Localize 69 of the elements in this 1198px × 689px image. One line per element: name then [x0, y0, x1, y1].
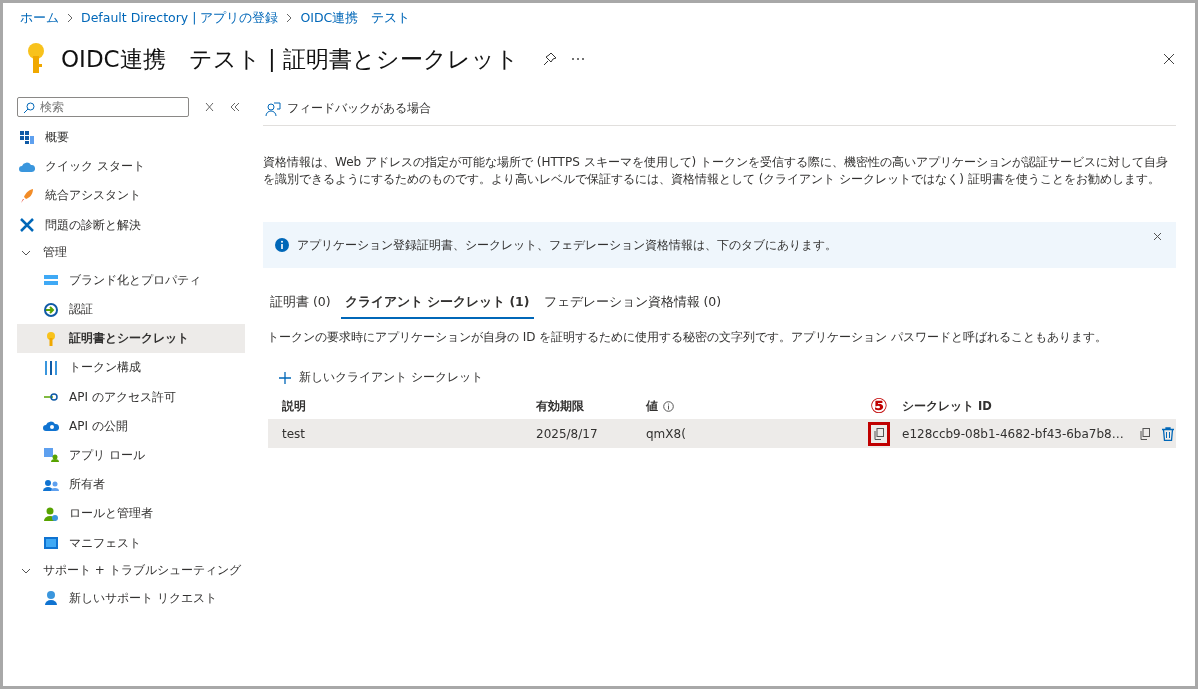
pin-icon	[543, 52, 558, 66]
nav-item[interactable]: API の公開	[17, 411, 245, 441]
breadcrumb-link[interactable]: Default Directory | アプリの登録	[81, 9, 279, 27]
collapse-icon	[230, 102, 240, 112]
breadcrumb-link[interactable]: ホーム	[20, 9, 59, 27]
annotation-number: ⑤	[870, 395, 888, 417]
table-cell-text: qmX8(	[645, 426, 687, 441]
copy-icon	[1139, 427, 1150, 440]
nav-item[interactable]: クイック スタート	[17, 152, 245, 182]
tab[interactable]: フェデレーション資格情報 (0)	[539, 290, 726, 319]
delete-button[interactable]	[1159, 424, 1176, 443]
nav-group-label: 管理	[43, 244, 67, 262]
close-icon	[1163, 53, 1175, 65]
support-person-icon	[43, 590, 59, 607]
more-icon	[571, 57, 586, 61]
search-icon	[23, 102, 35, 114]
clear-icon	[205, 102, 214, 112]
sign-in-icon	[43, 301, 59, 318]
grid-person-icon	[43, 447, 59, 464]
nav-item[interactable]: ブランド化とプロパティ	[17, 265, 245, 295]
nav-item[interactable]: アプリ ロール	[17, 440, 245, 471]
tab[interactable]: 証明書 (0)	[266, 290, 335, 319]
chevron-right-icon	[285, 13, 294, 23]
nav-group[interactable]: 管理	[17, 239, 245, 266]
document-icon	[43, 535, 59, 552]
column-header: シークレット ID	[902, 398, 992, 414]
copy-icon	[874, 427, 884, 440]
nav-item[interactable]: 概要	[17, 123, 245, 153]
nav-item[interactable]: マニフェスト	[17, 528, 245, 558]
close-icon	[1152, 232, 1162, 241]
nav-item[interactable]: API のアクセス許可	[17, 382, 245, 412]
nav-item[interactable]: 証明書とシークレット	[17, 324, 245, 354]
bars-icon	[43, 359, 59, 376]
table-cell-text: 2025/8/17	[535, 426, 599, 441]
trash-icon	[1161, 426, 1174, 441]
column-header: 値	[646, 398, 658, 414]
grid-icon	[19, 129, 35, 146]
tab-description: トークンの要求時にアプリケーションが自身の ID を証明するために使用する秘密の文字列です。アプリケーション パスワードと呼ばれることもあります。	[267, 329, 1109, 346]
copy-button[interactable]	[1137, 425, 1152, 442]
feedback-icon	[265, 100, 281, 117]
nav-group-label: サポート + トラブルシューティング	[43, 562, 241, 580]
info-icon	[663, 400, 674, 412]
tools-icon	[19, 217, 35, 234]
nav-item[interactable]: 所有者	[17, 470, 245, 500]
nav-item[interactable]: 統合アシスタント	[17, 181, 245, 211]
chevron-right-icon	[66, 13, 74, 23]
breadcrumb-link[interactable]: OIDC連携 テスト	[300, 9, 411, 27]
search-field[interactable]: 検索	[17, 97, 189, 117]
plus-icon	[279, 371, 291, 384]
column-header: 有効期限	[536, 398, 584, 414]
column-header: 説明	[282, 398, 306, 414]
nav-item[interactable]: ロールと管理者	[17, 499, 245, 529]
key-icon	[25, 42, 47, 76]
nav-item[interactable]: トークン構成	[17, 353, 245, 383]
new-secret-button[interactable]: 新しいクライアント シークレット	[275, 366, 487, 389]
nav-item[interactable]: 新しいサポート リクエスト	[17, 583, 245, 613]
table-cell-text: test	[281, 426, 307, 441]
nav-group[interactable]: サポート + トラブルシューティング	[17, 557, 245, 584]
nav-item[interactable]: 問題の診断と解決	[17, 210, 245, 240]
feedback-button[interactable]: フィードバックがある場合	[263, 97, 433, 120]
person-icon	[43, 505, 59, 522]
banner-text: アプリケーション登録証明書、シークレット、フェデレーション資格情報は、下のタブにあります。	[297, 236, 838, 254]
nav-item[interactable]: 認証	[17, 294, 245, 325]
info-icon	[275, 238, 289, 252]
page-title: OIDC連携 テスト | 証明書とシークレット	[61, 44, 520, 74]
description-text: 資格情報は、Web アドレスの指定が可能な場所で (HTTPS スキーマを使用して) トークンを受信する際に、機密性の高いアプリケーションが認証サービスに対して自身を識別できるようにするためのものです。より高いレベルで保証するには、資格情報として (クライアント シークレットではなく) 証明書を使うことをお勧めします。	[263, 154, 1170, 188]
table-cell: e128ccb9-08b1-4682-bf43-6ba7b8…	[902, 426, 1124, 441]
close-button[interactable]	[1161, 51, 1177, 67]
tab[interactable]: クライアント シークレット (1)	[340, 290, 534, 319]
